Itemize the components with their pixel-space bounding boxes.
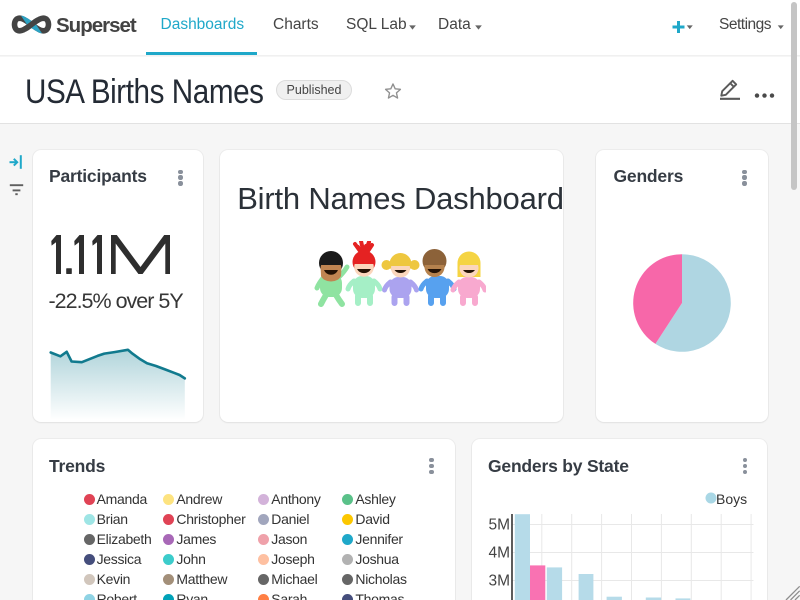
svg-text:3M: 3M	[488, 573, 510, 590]
svg-text:4M: 4M	[488, 545, 510, 562]
svg-text:5M: 5M	[488, 517, 510, 534]
